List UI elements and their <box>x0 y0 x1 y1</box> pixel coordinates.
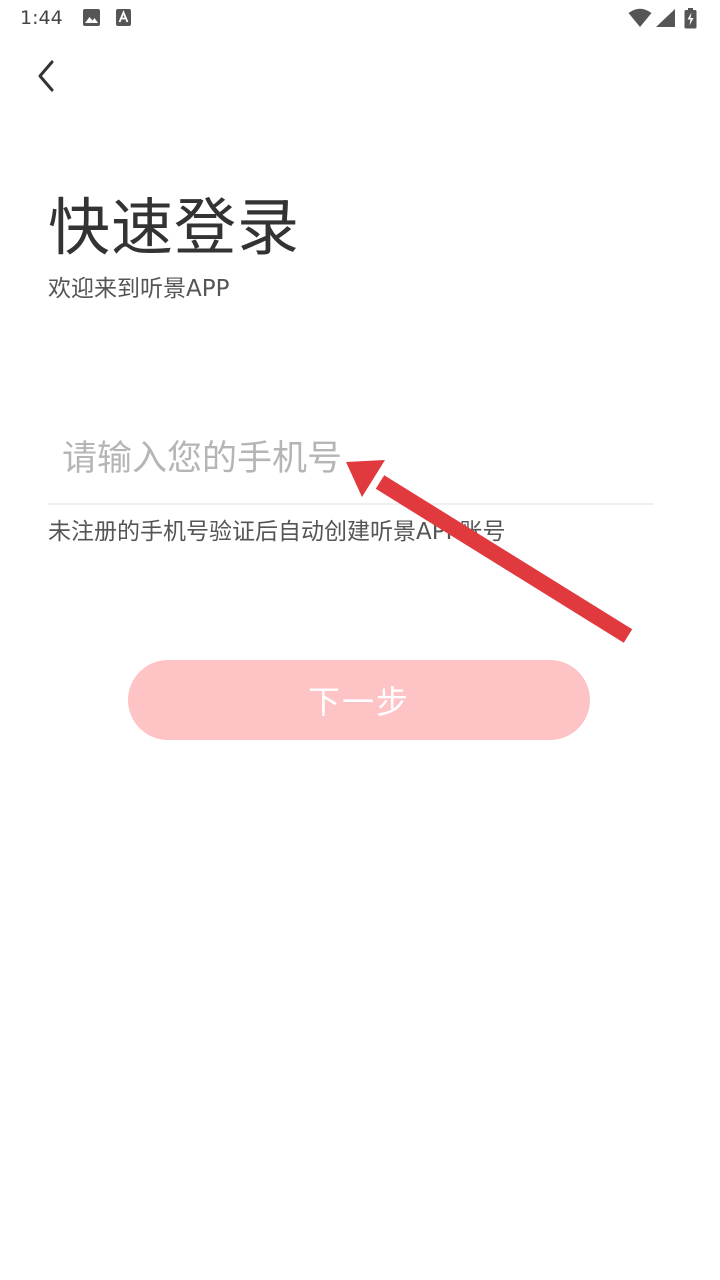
back-button[interactable] <box>26 58 66 98</box>
wifi-icon <box>628 8 652 32</box>
image-icon <box>82 8 101 31</box>
phone-input[interactable] <box>48 414 654 504</box>
a-notification-icon <box>115 8 132 31</box>
welcome-subtitle: 欢迎来到听景APP <box>48 276 230 302</box>
next-button[interactable]: 下一步 <box>128 660 590 740</box>
chevron-left-icon <box>35 59 57 97</box>
input-underline <box>48 503 654 505</box>
page-title: 快速登录 <box>48 191 301 264</box>
register-hint: 未注册的手机号验证后自动创建听景APP账号 <box>48 519 506 545</box>
battery-charging-icon <box>684 8 697 33</box>
signal-icon <box>655 8 676 32</box>
status-time: 1:44 <box>20 7 63 29</box>
status-bar: 1:44 <box>0 0 720 36</box>
